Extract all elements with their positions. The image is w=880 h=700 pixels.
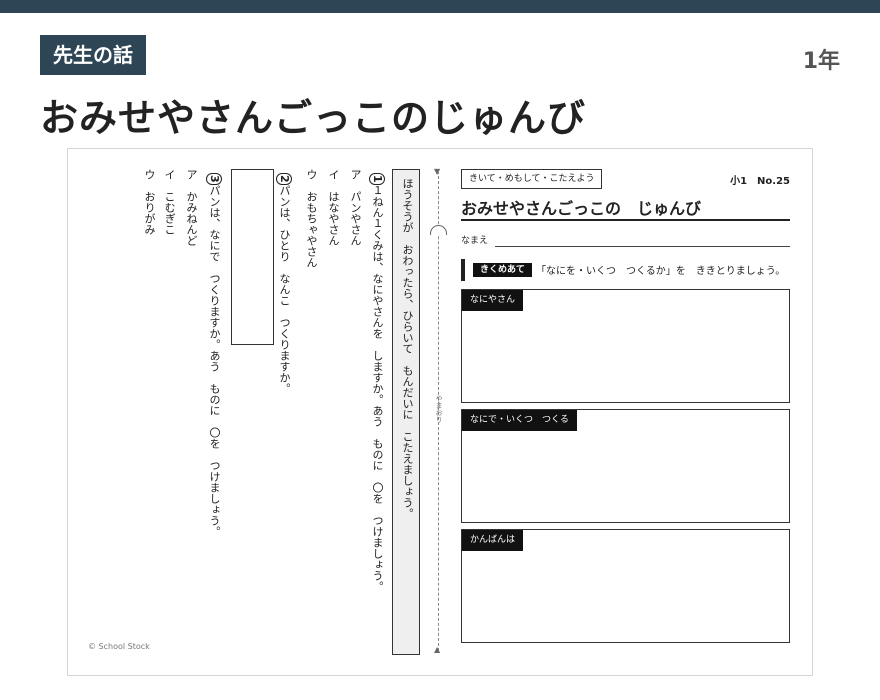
question-2: 2パンは、ひとり なんこ つくりますか。 [276, 173, 292, 394]
copyright: © School Stock [88, 642, 150, 651]
worksheet: ほうそうが おわったら、ひらいて もんだいに こたえましょう。 1１ねん１くみは… [67, 148, 813, 676]
slide-card: 先生の話 1年 おみせやさんごっこのじゅんび ほうそうが おわったら、ひらいて … [0, 13, 880, 700]
question-1-option-u[interactable]: ウ おもちゃやさん [304, 169, 318, 268]
question-3-text: パンは、なにで つくりますか。あう ものに 〇を つけましょう。 [208, 184, 221, 537]
question-3: 3パンは、なにで つくりますか。あう ものに 〇を つけましょう。 [206, 173, 222, 537]
question-1: 1１ねん１くみは、なにやさんを しますか。あう ものに 〇を つけましょう。 [369, 173, 385, 592]
fold-tab-icon [430, 225, 447, 235]
question-3-option-u[interactable]: ウ おりがみ [142, 169, 156, 235]
goal-label: きくめあて [473, 263, 532, 277]
question-2-answer-box[interactable] [231, 169, 274, 345]
fold-arrow-bottom-icon: ▲ [434, 645, 441, 654]
notes-box-sign-label: かんばんは [462, 530, 524, 551]
notes-box-sign[interactable]: かんばんは [461, 529, 790, 643]
notes-box-material-label: なにで・いくつ つくる [462, 410, 577, 431]
instruction-text: ほうそうが おわったら、ひらいて もんだいに こたえましょう。 [401, 178, 414, 519]
activity-tag: きいて・めもして・こたえよう [461, 169, 603, 189]
category-badge: 先生の話 [40, 35, 146, 75]
worksheet-title: おみせやさんごっこの じゅんび [461, 199, 702, 218]
name-label: なまえ [461, 236, 489, 246]
question-1-text: １ねん１くみは、なにやさんを しますか。あう ものに 〇を つけましょう。 [371, 184, 384, 592]
question-1-option-i[interactable]: イ はなやさん [326, 169, 340, 246]
question-1-number: 1 [369, 173, 385, 185]
goal-text: 「なにを・いくつ つくるか」を ききとりましょう。 [536, 266, 786, 277]
notes-box-material[interactable]: なにで・いくつ つくる [461, 409, 790, 523]
goal-bar [461, 259, 465, 281]
question-3-number: 3 [206, 173, 222, 185]
notes-box-shop[interactable]: なにやさん [461, 289, 790, 403]
question-2-text: パンは、ひとり なんこ つくりますか。 [278, 184, 291, 394]
name-field[interactable] [495, 246, 790, 247]
question-3-option-a[interactable]: ア かみねんど [184, 169, 198, 246]
title-rule [461, 219, 790, 221]
instruction-box: ほうそうが おわったら、ひらいて もんだいに こたえましょう。 [392, 169, 420, 655]
question-2-number: 2 [276, 173, 292, 185]
top-bar [0, 0, 880, 13]
grade-label: 1年 [802, 49, 840, 74]
notes-box-shop-label: なにやさん [462, 290, 524, 311]
question-1-option-a[interactable]: ア パンやさん [348, 169, 362, 246]
page-title: おみせやさんごっこのじゅんび [40, 96, 587, 140]
fold-label: やまおり [435, 395, 443, 423]
question-3-option-i[interactable]: イ こむぎこ [162, 169, 176, 235]
sheet-number: 小1 No.25 [730, 176, 790, 187]
